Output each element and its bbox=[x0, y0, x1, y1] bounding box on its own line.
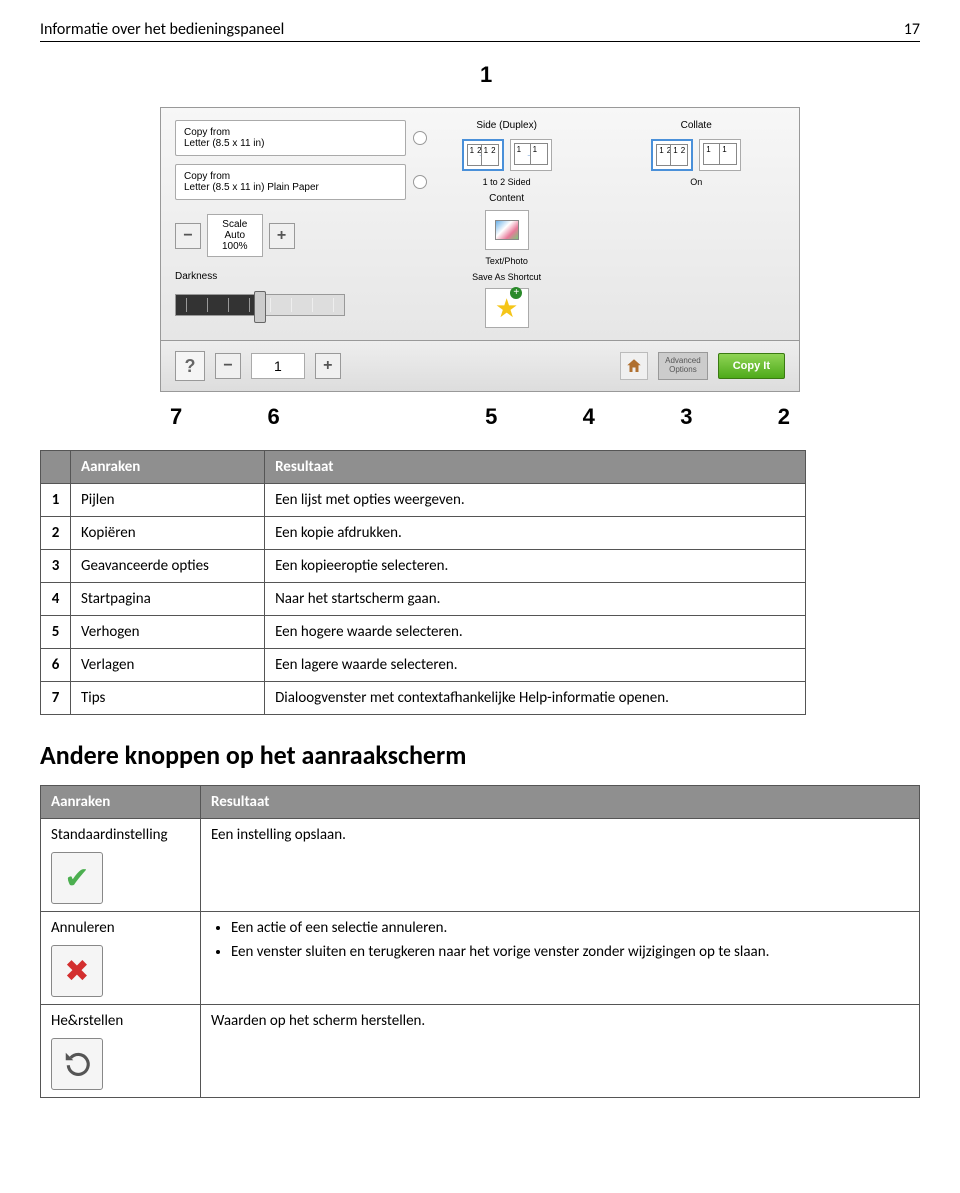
callout-1: 1 bbox=[480, 62, 492, 88]
scale-display: Scale Auto 100% bbox=[207, 214, 263, 257]
page-number: 17 bbox=[904, 20, 920, 39]
copy-from-box-1[interactable]: Copy from Letter (8.5 x 11 in) bbox=[175, 120, 406, 156]
callout-3: 3 bbox=[680, 404, 692, 430]
collate-option-1[interactable]: 12 12 bbox=[651, 139, 693, 171]
collate-option-2[interactable]: 1 1 bbox=[699, 139, 741, 171]
advanced-options-button[interactable]: Advanced Options bbox=[658, 352, 708, 380]
collate-options: 12 12 1 1 bbox=[651, 139, 741, 171]
default-setting-cell: Standaardinstelling ✔ bbox=[41, 819, 201, 912]
copy-from-label-2: Copy from bbox=[184, 171, 397, 182]
table-row: Standaardinstelling ✔ Een instelling ops… bbox=[41, 819, 920, 912]
copy-from-label: Copy from bbox=[184, 127, 397, 138]
duplex-options: 12 → 12 1 → 1 bbox=[462, 139, 552, 171]
star-icon: ★ bbox=[495, 293, 518, 324]
section-heading: Andere knoppen op het aanraakscherm bbox=[40, 739, 920, 771]
table-row: 5VerhogenEen hogere waarde selecteren. bbox=[41, 616, 806, 649]
table-header-result: Resultaat bbox=[265, 451, 806, 484]
table2-header-touch: Aanraken bbox=[41, 786, 201, 819]
copy-from-box-2[interactable]: Copy from Letter (8.5 x 11 in) Plain Pap… bbox=[175, 164, 406, 200]
darkness-label: Darkness bbox=[175, 271, 406, 282]
table-row: He&rstellen Waarden op het scherm herste… bbox=[41, 1005, 920, 1098]
table-row: Annuleren ✖ Een actie of een selectie an… bbox=[41, 912, 920, 1005]
content-label: Content bbox=[489, 193, 524, 204]
count-minus-button[interactable]: − bbox=[215, 353, 241, 379]
page-header: Informatie over het bedieningspaneel 17 bbox=[40, 20, 920, 42]
cancel-desc: Een actie of een selectie annuleren. Een… bbox=[201, 912, 920, 1005]
dropdown-arrow-icon[interactable] bbox=[413, 131, 427, 145]
cancel-bullet-1: Een actie of een selectie annuleren. bbox=[231, 919, 909, 937]
scale-plus-button[interactable]: + bbox=[269, 223, 295, 249]
scale-auto: Auto bbox=[222, 230, 248, 241]
check-icon: ✔ bbox=[64, 860, 89, 897]
duplex-label: Side (Duplex) bbox=[476, 120, 537, 131]
other-buttons-table: Aanraken Resultaat Standaardinstelling ✔… bbox=[40, 785, 920, 1098]
darkness-slider[interactable] bbox=[175, 294, 345, 316]
table-header-touch: Aanraken bbox=[71, 451, 265, 484]
cancel-label: Annuleren bbox=[51, 919, 190, 937]
table-header-blank bbox=[41, 451, 71, 484]
cancel-bullet-2: Een venster sluiten en terugkeren naar h… bbox=[231, 943, 909, 961]
panel-mid-column: Side (Duplex) 12 → 12 1 → 1 1 to 2 Sided… bbox=[418, 120, 596, 328]
callout-2: 2 bbox=[778, 404, 790, 430]
default-setting-desc: Een instelling opslaan. bbox=[201, 819, 920, 912]
home-icon bbox=[625, 357, 643, 375]
table-row: 7TipsDialoogvenster met contextafhankeli… bbox=[41, 682, 806, 715]
reset-cell: He&rstellen bbox=[41, 1005, 201, 1098]
table-row: 6VerlagenEen lagere waarde selecteren. bbox=[41, 649, 806, 682]
callout-5: 5 bbox=[485, 404, 497, 430]
table-row: 1PijlenEen lijst met opties weergeven. bbox=[41, 484, 806, 517]
table-row: 2KopiërenEen kopie afdrukken. bbox=[41, 517, 806, 550]
control-panel-diagram: 1 Copy from Letter (8.5 x 11 in) Copy fr… bbox=[40, 62, 920, 430]
cancel-button[interactable]: ✖ bbox=[51, 945, 103, 997]
panel-bottom-bar: ? − 1 + Advanced Options Copy It bbox=[160, 341, 800, 392]
panel-top-row: Copy from Letter (8.5 x 11 in) Copy from… bbox=[160, 107, 800, 341]
copy-count: 1 bbox=[251, 353, 305, 379]
duplex-option-1[interactable]: 12 → 12 bbox=[462, 139, 504, 171]
duplex-option-2[interactable]: 1 → 1 bbox=[510, 139, 552, 171]
panel-right-column: Collate 12 12 1 1 On bbox=[607, 120, 785, 328]
touchscreen-panel: Copy from Letter (8.5 x 11 in) Copy from… bbox=[160, 107, 800, 392]
count-plus-button[interactable]: + bbox=[315, 353, 341, 379]
text-photo-label: Text/Photo bbox=[485, 256, 528, 266]
save-shortcut-button[interactable]: ★ bbox=[485, 288, 529, 328]
help-button[interactable]: ? bbox=[175, 351, 205, 381]
callout-4: 4 bbox=[583, 404, 595, 430]
table-row: 4StartpaginaNaar het startscherm gaan. bbox=[41, 583, 806, 616]
callout-7: 7 bbox=[170, 404, 182, 430]
scale-row: − Scale Auto 100% + bbox=[175, 214, 406, 257]
default-setting-label: Standaardinstelling bbox=[51, 826, 190, 844]
cross-icon: ✖ bbox=[64, 953, 89, 990]
checkmark-button[interactable]: ✔ bbox=[51, 852, 103, 904]
callout-row-bottom: 7 6 5 4 3 2 bbox=[160, 392, 800, 430]
cancel-cell: Annuleren ✖ bbox=[41, 912, 201, 1005]
paper-size-2: Letter (8.5 x 11 in) Plain Paper bbox=[184, 182, 397, 193]
header-title: Informatie over het bedieningspaneel bbox=[40, 20, 284, 39]
callout-table: Aanraken Resultaat 1PijlenEen lijst met … bbox=[40, 450, 806, 715]
scale-label: Scale bbox=[222, 219, 248, 230]
reset-desc: Waarden op het scherm herstellen. bbox=[201, 1005, 920, 1098]
collate-label: Collate bbox=[681, 120, 712, 131]
dropdown-arrow-icon[interactable] bbox=[413, 175, 427, 189]
content-option[interactable] bbox=[485, 210, 529, 250]
paper-size-1: Letter (8.5 x 11 in) bbox=[184, 138, 397, 149]
save-shortcut-label: Save As Shortcut bbox=[472, 272, 541, 282]
copy-it-button[interactable]: Copy It bbox=[718, 353, 785, 379]
reset-button[interactable] bbox=[51, 1038, 103, 1090]
table-row: 3Geavanceerde optiesEen kopieeroptie sel… bbox=[41, 550, 806, 583]
collate-on-label: On bbox=[690, 177, 702, 187]
home-button[interactable] bbox=[620, 352, 648, 380]
reset-label: He&rstellen bbox=[51, 1012, 190, 1030]
scale-percent: 100% bbox=[222, 241, 248, 252]
scale-minus-button[interactable]: − bbox=[175, 223, 201, 249]
undo-icon bbox=[62, 1049, 92, 1079]
table2-header-result: Resultaat bbox=[201, 786, 920, 819]
panel-left-column: Copy from Letter (8.5 x 11 in) Copy from… bbox=[175, 120, 406, 328]
sided-label: 1 to 2 Sided bbox=[483, 177, 531, 187]
callout-6: 6 bbox=[268, 404, 280, 430]
